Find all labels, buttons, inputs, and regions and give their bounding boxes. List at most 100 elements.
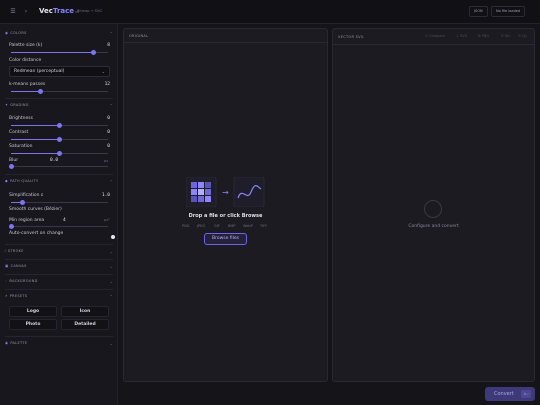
divider (5, 98, 113, 99)
panel-header-rule (333, 44, 534, 45)
palette-size-value: 8 (107, 43, 110, 48)
canvas-icon: ▣ (5, 264, 9, 268)
download-svg-button[interactable]: ↓ SVG (456, 34, 467, 38)
hamburger-icon[interactable]: ☰ (8, 7, 18, 17)
copy-button[interactable]: ⎘ Cp (518, 34, 527, 38)
chevron-right-icon[interactable]: › (21, 7, 31, 17)
section-stroke-title: STROKE (7, 249, 24, 253)
divider (5, 336, 113, 337)
lightning-icon: ⚡ (5, 294, 8, 298)
copy-string-button[interactable]: ⎘ Str (501, 34, 510, 38)
section-colors-title: COLORS (10, 31, 27, 35)
min-region-value: 4 (63, 218, 66, 223)
section-palette-header[interactable]: ◉ PALETTE ⌄ (5, 341, 113, 350)
auto-convert-toggle[interactable] (111, 235, 115, 239)
brightness-value: 0 (107, 116, 110, 121)
smooth-curves-label[interactable]: Smooth curves (Bézier) (9, 207, 62, 212)
convert-label: Convert (494, 391, 514, 397)
slider-thumb[interactable] (8, 164, 14, 169)
section-canvas-header[interactable]: ▣ CANVAS ⌄ (5, 264, 113, 273)
app-title: VecTracev2 (39, 7, 79, 15)
kmeans-passes-value: 12 (104, 82, 110, 87)
sun-icon: ✦ (5, 103, 9, 107)
format-chip[interactable]: JSON (469, 6, 488, 17)
section-stroke-header[interactable]: ⁄ STROKE ⌄ (5, 249, 113, 258)
chevron-down-icon: ⌄ (109, 279, 113, 284)
chevron-down-icon: ⌄ (101, 69, 105, 74)
min-region-slider[interactable] (11, 226, 108, 227)
palette-size-label: Palette size (k) (9, 43, 43, 48)
convert-button[interactable]: Convert ⌘↵ (485, 387, 535, 401)
section-path-quality-header[interactable]: ◆ PATH QUALITY ⌃ (5, 179, 113, 188)
preset-photo-button[interactable]: Photo (9, 319, 57, 330)
slider-thumb[interactable] (90, 50, 96, 55)
browse-files-button[interactable]: Browse files (204, 233, 247, 245)
slider-thumb[interactable] (57, 137, 62, 142)
blur-slider[interactable] (11, 166, 108, 167)
shortcut-hint: ⌘↵ (521, 390, 531, 398)
section-background-header[interactable]: ◦ BACKGROUND ⌄ (5, 279, 113, 288)
preset-detailed-button[interactable]: Detailed (61, 319, 109, 330)
section-grading-title: GRADING (10, 103, 29, 107)
color-distance-select[interactable]: Redmean (perceptual) ⌄ (9, 66, 110, 77)
saturation-value: 0 (107, 144, 110, 149)
empty-state-icon (424, 200, 442, 218)
color-distance-value: Redmean (perceptual) (14, 69, 65, 74)
section-canvas-title: CANVAS (10, 264, 27, 268)
divider (5, 174, 113, 175)
divider (5, 259, 113, 260)
color-distance-label: Color distance (9, 58, 42, 63)
slider-thumb[interactable] (37, 89, 43, 94)
format-label: WebP (243, 224, 253, 228)
chevron-down-icon: ⌄ (109, 264, 113, 269)
stroke-icon: ⁄ (5, 249, 6, 253)
file-status-chip: No file loaded (491, 6, 526, 17)
palette-icon: ◉ (5, 341, 9, 345)
section-presets-title: PRESETS (9, 294, 28, 298)
min-region-unit: px² (104, 218, 110, 222)
diamond-icon: ◆ (5, 179, 8, 183)
download-png-button[interactable]: ⧉ PNG (478, 34, 489, 38)
simplification-label: Simplification ε (9, 193, 44, 198)
contrast-label: Contrast (9, 130, 29, 135)
chevron-up-icon: ⌃ (109, 294, 113, 299)
simplification-slider[interactable] (11, 202, 108, 203)
saturation-label: Saturation (9, 144, 33, 149)
compare-button[interactable]: ⊙ Compare (425, 34, 445, 38)
auto-convert-label: Auto-convert on change (9, 231, 64, 236)
chevron-down-icon: ⌄ (109, 249, 113, 254)
preset-logo-button[interactable]: Logo (9, 306, 57, 317)
slider-fill (11, 91, 41, 92)
top-bar: ☰ › VecTracev2 Bitmap → SVG JSON No file… (0, 0, 540, 24)
format-label: TIFF (260, 224, 268, 228)
simplification-value: 1.0 (101, 193, 110, 198)
format-label: JPEG (197, 224, 206, 228)
original-panel-title: ORIGINAL (129, 34, 149, 38)
slider-thumb[interactable] (8, 224, 14, 229)
section-path-quality-title: PATH QUALITY (10, 179, 39, 183)
slider-fill (11, 125, 60, 126)
section-colors-header[interactable]: ◉ COLORS ⌃ (5, 31, 113, 40)
panel-header-rule (124, 42, 327, 43)
vector-panel-title: VECTOR SVG (338, 35, 364, 39)
background-icon: ◦ (5, 279, 8, 283)
slider-thumb[interactable] (57, 123, 62, 128)
brightness-label: Brightness (9, 116, 33, 121)
preset-icon-button[interactable]: Icon (61, 306, 109, 317)
format-label: BMP (228, 224, 236, 228)
app-name-part1: Vec (39, 7, 53, 15)
slider-fill (11, 52, 94, 53)
colors-icon: ◉ (5, 31, 9, 35)
section-grading-header[interactable]: ✦ GRADING ⌃ (5, 103, 113, 112)
blur-value: 0.0 (50, 158, 59, 163)
slider-thumb[interactable] (57, 151, 62, 156)
chevron-up-icon: ⌃ (109, 103, 113, 108)
blur-unit: px (104, 159, 109, 163)
divider (5, 274, 113, 275)
empty-state-text: Configure and convert (408, 224, 459, 229)
app-subtitle: Bitmap → SVG (77, 9, 103, 13)
section-presets-header[interactable]: ⚡ PRESETS ⌃ (5, 294, 113, 303)
blur-label: Blur (9, 158, 19, 163)
image-to-vector-icon: → (186, 177, 265, 207)
drop-zone-title: Drop a file or click Browse (188, 213, 263, 219)
